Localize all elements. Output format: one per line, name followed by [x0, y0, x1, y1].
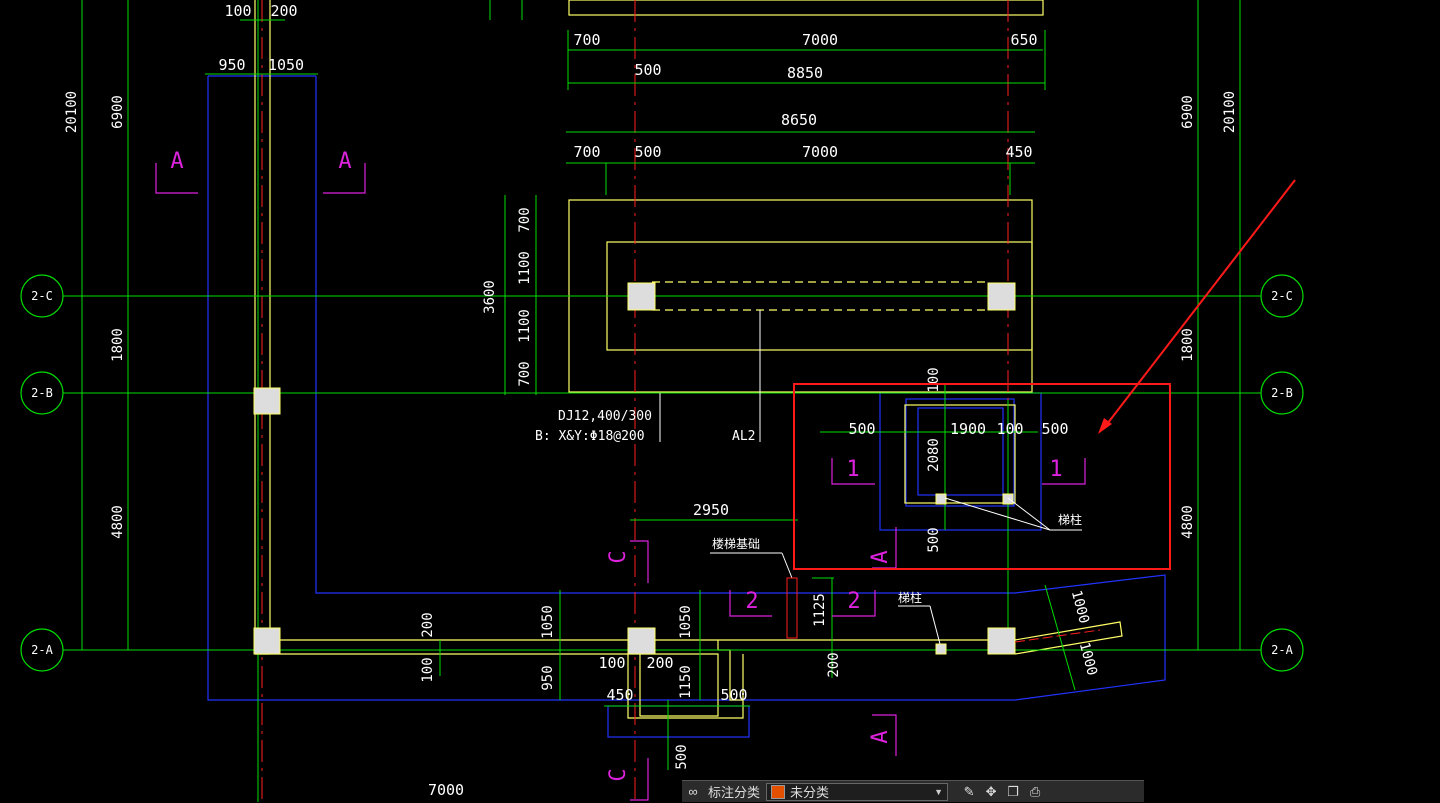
- toolbar-label: 标注分类: [708, 785, 761, 800]
- category-dropdown[interactable]: 未分类 ▼: [766, 782, 949, 801]
- stair-axis-red: [1014, 629, 1101, 643]
- axis-label-2b-left: 2-B: [31, 386, 53, 400]
- label-dj: DJ12,400/300: [558, 409, 652, 424]
- label-dj-rebar: B: X&Y:Φ18@200: [535, 429, 645, 444]
- dim-r-100: 100: [996, 420, 1023, 438]
- dim-b-500: 500: [720, 686, 747, 704]
- annotation-toolbar: ∞ 标注分类 未分类 ▼ ✎ ✥ ❐ ⎙: [682, 780, 1144, 802]
- dim-v-1100b: 1100: [517, 309, 533, 343]
- axis-lines-red: [60, 0, 1150, 802]
- dim-b-1050: 1050: [540, 605, 556, 639]
- dimension-texts: 100 200 950 1050 700 7000 650 500 8850 8…: [218, 2, 1068, 799]
- axis-label-2b-right: 2-B: [1271, 386, 1293, 400]
- dim-left-1800: 1800: [110, 328, 126, 362]
- dim-b-950: 950: [540, 665, 556, 690]
- dim-b-500-vert: 500: [674, 744, 690, 769]
- dim-b-1050b: 1050: [678, 605, 694, 639]
- print-icon[interactable]: ⎙: [1024, 781, 1046, 803]
- category-selected-text: 未分类: [790, 785, 830, 800]
- axis-bubbles: [20, 274, 1304, 672]
- dim-b-200-vert: 200: [420, 612, 436, 637]
- dim-bottom-7000: 7000: [428, 781, 464, 799]
- dim-b-450: 450: [606, 686, 633, 704]
- label-beam-al2: AL2: [732, 429, 755, 444]
- dim-right-4800: 4800: [1180, 505, 1196, 539]
- dim-v-700a: 700: [517, 207, 533, 232]
- section-label-a3: A: [868, 550, 893, 563]
- axis-bubble-labels: 2-C 2-B 2-A 2-C 2-B 2-A: [31, 289, 1293, 657]
- dim-b-100: 100: [598, 654, 625, 672]
- dim-top-8850: 8850: [787, 64, 823, 82]
- annotation-labels: DJ12,400/300 B: X&Y:Φ18@200 AL2 梯柱 梯柱 楼梯…: [535, 409, 1082, 605]
- dim-r-100-top: 100: [926, 367, 942, 392]
- axis-label-2a-right: 2-A: [1271, 643, 1293, 657]
- dim-left-4800: 4800: [110, 505, 126, 539]
- dim-950: 950: [218, 56, 245, 74]
- dim-stair-1000b: 1000: [1076, 641, 1100, 678]
- dim-left-20100: 20100: [64, 91, 80, 133]
- dim-v-700b: 700: [517, 361, 533, 386]
- dim-r-500a: 500: [848, 420, 875, 438]
- section-label-2a: 2: [745, 589, 758, 614]
- section-label-a4: A: [868, 730, 893, 743]
- dim-top-700: 700: [573, 31, 600, 49]
- dim-left-6900: 6900: [110, 95, 126, 129]
- dim-100: 100: [224, 2, 251, 20]
- dim-b-100-vert: 100: [420, 657, 436, 682]
- dimension-lines-green: [62, 0, 1262, 802]
- chevron-down-icon: ▼: [934, 786, 944, 797]
- dim-2950: 2950: [693, 501, 729, 519]
- dim-top-650: 650: [1010, 31, 1037, 49]
- section-label-1b: 1: [1049, 457, 1062, 482]
- dim-1050: 1050: [268, 56, 304, 74]
- dim-r-500c: 500: [926, 527, 942, 552]
- move-icon[interactable]: ✥: [980, 781, 1002, 803]
- dim-v-3600: 3600: [482, 280, 498, 314]
- dim-right-1800: 1800: [1180, 328, 1196, 362]
- dim-200: 200: [270, 2, 297, 20]
- dim-450: 450: [1005, 143, 1032, 161]
- axis-label-2a-left: 2-A: [31, 643, 53, 657]
- dim-right-6900: 6900: [1180, 95, 1196, 129]
- stair-base-marker: [786, 577, 798, 639]
- dim-1125: 1125: [812, 593, 828, 627]
- section-marks: [155, 163, 1086, 801]
- link-icon[interactable]: ∞: [682, 781, 704, 803]
- cad-drawing-canvas[interactable]: 2-C 2-B 2-A 2-C 2-B 2-A A A 1 1 2 2 C C …: [0, 0, 1440, 802]
- dim-7000: 7000: [802, 143, 838, 161]
- dim-b-1150: 1150: [678, 665, 694, 699]
- section-label-1a: 1: [846, 457, 859, 482]
- leader-lines-white: [659, 310, 1082, 645]
- dim-200-vert: 200: [826, 652, 842, 677]
- label-stair-post-2: 梯柱: [898, 590, 922, 605]
- edit-icon[interactable]: ✎: [958, 781, 980, 803]
- dim-700: 700: [573, 143, 600, 161]
- label-stair-base: 楼梯基础: [712, 536, 760, 551]
- label-stair-post-1: 梯柱: [1058, 512, 1082, 527]
- dim-8650: 8650: [781, 111, 817, 129]
- dim-v-1100a: 1100: [517, 251, 533, 285]
- dim-r-500b: 500: [1041, 420, 1068, 438]
- dim-r-1900: 1900: [950, 420, 986, 438]
- section-label-c2: C: [606, 768, 631, 781]
- section-label-a1: A: [170, 149, 183, 174]
- axis-label-2c-right: 2-C: [1271, 289, 1293, 303]
- dim-top-7000: 7000: [802, 31, 838, 49]
- dim-r-2080: 2080: [926, 438, 942, 472]
- dim-500: 500: [634, 143, 661, 161]
- dim-top-500: 500: [634, 61, 661, 79]
- section-label-2b: 2: [847, 589, 860, 614]
- axis-label-2c-left: 2-C: [31, 289, 53, 303]
- dim-b-200: 200: [646, 654, 673, 672]
- section-label-a2: A: [338, 149, 351, 174]
- section-label-c1: C: [606, 550, 631, 563]
- dim-stair-1000a: 1000: [1068, 589, 1092, 626]
- copy-icon[interactable]: ❐: [1002, 781, 1024, 803]
- dim-right-20100: 20100: [1222, 91, 1238, 133]
- category-color-swatch: [771, 784, 786, 799]
